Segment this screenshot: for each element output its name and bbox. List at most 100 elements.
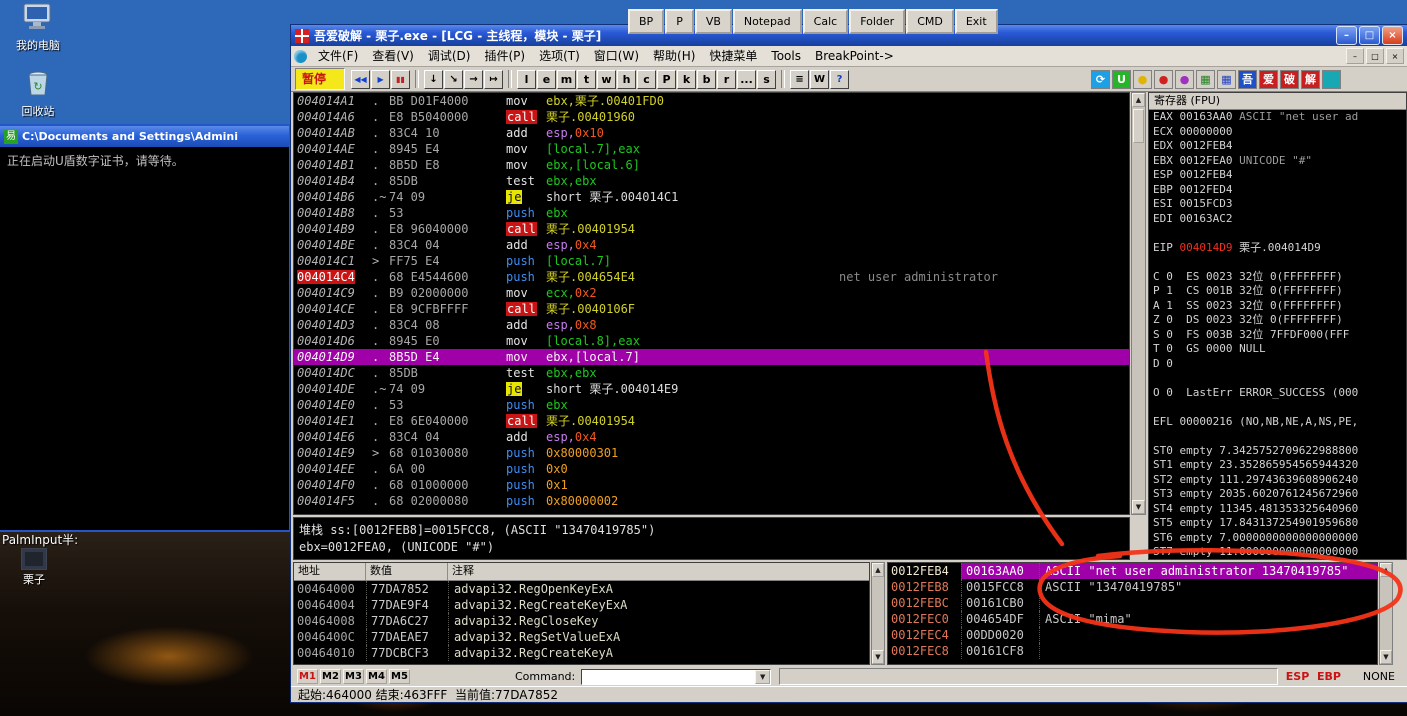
disasm-row[interactable]: 004014EE. 6A 00 push 0x0 <box>294 461 1129 477</box>
m-button-1[interactable]: M1 <box>297 669 318 684</box>
register-row[interactable]: ST3 empty 2035.6020761245672960 <box>1149 487 1406 502</box>
launcher-button-calc[interactable]: Calc <box>802 9 849 34</box>
recycle-bin-icon[interactable]: ↻ 回收站 <box>6 66 70 119</box>
register-row[interactable]: EIP 004014D9 栗子.004014D9 <box>1149 241 1406 256</box>
stack-scrollbar[interactable]: ▲ ▼ <box>1379 562 1393 665</box>
register-row[interactable]: D 0 <box>1149 357 1406 372</box>
dump-column-header[interactable]: 数值 <box>366 563 448 580</box>
dump-row[interactable]: 00464000 77DA7852 advapi32.RegOpenKeyExA <box>294 581 869 597</box>
run-icon[interactable]: ▶ <box>371 69 391 89</box>
menu-item[interactable]: BreakPoint-> <box>808 46 901 66</box>
lizi-desktop-icon[interactable]: 栗子 <box>2 548 66 587</box>
stack-row[interactable]: 0012FEBC 00161CB0 <box>888 595 1377 611</box>
disasm-row[interactable]: 004014F5. 68 02000080 push 0x80000002 <box>294 493 1129 509</box>
menu-item[interactable]: 窗口(W) <box>587 46 646 66</box>
register-row[interactable]: ST1 empty 23.352865954565944320 <box>1149 458 1406 473</box>
letter-button-s[interactable]: s <box>757 69 777 89</box>
launcher-button-vb[interactable]: VB <box>694 9 732 34</box>
animate-into-icon[interactable]: → <box>464 69 484 89</box>
restore-button[interactable]: □ <box>1359 26 1380 45</box>
step-over-icon[interactable]: ↘ <box>444 69 464 89</box>
register-row[interactable]: P 1 CS 001B 32位 0(FFFFFFFF) <box>1149 284 1406 299</box>
dump-row[interactable]: 0046400C 77DAEAE7 advapi32.RegSetValueExA <box>294 629 869 645</box>
disasm-row[interactable]: 004014F0. 68 01000000 push 0x1 <box>294 477 1129 493</box>
menu-item[interactable]: Tools <box>764 46 808 66</box>
scroll-down-icon[interactable]: ▼ <box>1380 650 1392 664</box>
launcher-button-notepad[interactable]: Notepad <box>732 9 802 34</box>
register-row[interactable]: S 0 FS 003B 32位 7FFDF000(FFF <box>1149 328 1406 343</box>
disasm-row[interactable]: 004014A1. BB D01F4000 mov ebx,栗子.00401FD0 <box>294 93 1129 109</box>
letter-button-h[interactable]: h <box>617 69 637 89</box>
disasm-row[interactable]: 004014AE. 8945 E4 mov [local.7],eax <box>294 141 1129 157</box>
disasm-row[interactable]: 004014B9. E8 96040000 call 栗子.00401954 <box>294 221 1129 237</box>
register-row[interactable]: ST7 empty 11.000000000000000000 <box>1149 545 1406 559</box>
child-restore-button[interactable]: □ <box>1366 48 1384 64</box>
launcher-button-folder[interactable]: Folder <box>849 9 906 34</box>
register-row[interactable] <box>1149 429 1406 444</box>
register-row[interactable]: ST5 empty 17.843137254901959680 <box>1149 516 1406 531</box>
scrollbar-thumb[interactable] <box>1133 109 1144 143</box>
m-button-3[interactable]: M3 <box>343 669 364 684</box>
disasm-row[interactable]: 004014E0. 53 push ebx <box>294 397 1129 413</box>
register-row[interactable]: ESI 0015FCD3 <box>1149 197 1406 212</box>
register-row[interactable]: ESP 0012FEB4 <box>1149 168 1406 183</box>
disasm-row[interactable]: 004014D3. 83C4 08 add esp,0x8 <box>294 317 1129 333</box>
disasm-row[interactable]: 004014B4. 85DB test ebx,ebx <box>294 173 1129 189</box>
stack-row[interactable]: 0012FEC0 004654DF ASCII "mima" <box>888 611 1377 627</box>
green-u-plugin-icon[interactable]: U <box>1112 69 1131 89</box>
letter-button-t[interactable]: t <box>577 69 597 89</box>
m-button-4[interactable]: M4 <box>366 669 387 684</box>
menu-item[interactable]: 查看(V) <box>365 46 421 66</box>
disasm-scrollbar[interactable]: ▲ ▼ <box>1131 92 1146 515</box>
dump-scrollbar[interactable]: ▲ ▼ <box>871 562 885 665</box>
pause-icon[interactable]: ▮▮ <box>391 69 411 89</box>
register-row[interactable] <box>1149 226 1406 241</box>
scroll-down-icon[interactable]: ▼ <box>1132 500 1145 514</box>
ai-tile-icon[interactable]: 爱 <box>1259 69 1278 89</box>
menu-item[interactable]: 帮助(H) <box>646 46 702 66</box>
menu-item[interactable]: 插件(P) <box>477 46 532 66</box>
letter-button-l[interactable]: l <box>517 69 537 89</box>
stack-row[interactable]: 0012FEC4 00DD0020 <box>888 627 1377 643</box>
register-row[interactable] <box>1149 255 1406 270</box>
green-grid-plugin-icon[interactable]: ▦ <box>1196 69 1215 89</box>
purple-dot-plugin-icon[interactable]: ● <box>1175 69 1194 89</box>
step-into-icon[interactable]: ↓ <box>424 69 444 89</box>
wu-tile-icon[interactable]: 吾 <box>1238 69 1257 89</box>
dropdown-arrow-icon[interactable]: ▼ <box>755 669 771 684</box>
letter-button-P[interactable]: P <box>657 69 677 89</box>
child-close-button[interactable]: × <box>1386 48 1404 64</box>
register-row[interactable]: T 0 GS 0000 NULL <box>1149 342 1406 357</box>
register-row[interactable]: ECX 00000000 <box>1149 125 1406 140</box>
console-body[interactable]: 正在启动U盾数字证书，请等待。 <box>0 147 289 530</box>
disasm-row[interactable]: 004014B6 .~ 74 09 je short 栗子.004014C1 <box>294 189 1129 205</box>
register-row[interactable]: ST6 empty 7.0000000000000000000 <box>1149 531 1406 546</box>
dump-column-header[interactable]: 地址 <box>294 563 366 580</box>
register-row[interactable]: ST4 empty 11345.481353325640960 <box>1149 502 1406 517</box>
disasm-row[interactable]: 004014B1. 8B5D E8 mov ebx,[local.6] <box>294 157 1129 173</box>
jie-tile-icon[interactable]: 解 <box>1301 69 1320 89</box>
disasm-row[interactable]: 004014D9. 8B5D E4 mov ebx,[local.7] <box>294 349 1129 365</box>
close-button[interactable]: × <box>1382 26 1403 45</box>
launcher-button-bp[interactable]: BP <box>628 9 665 34</box>
letter-button-e[interactable]: e <box>537 69 557 89</box>
scroll-down-icon[interactable]: ▼ <box>872 650 884 664</box>
launcher-button-cmd[interactable]: CMD <box>906 9 954 34</box>
menu-item[interactable]: 文件(F) <box>311 46 365 66</box>
disasm-row[interactable]: 004014BE. 83C4 04 add esp,0x4 <box>294 237 1129 253</box>
disasm-row[interactable]: 004014E9 >68 01030080 push 0x80000301 <box>294 445 1129 461</box>
disasm-row[interactable]: 004014E1. E8 6E040000 call 栗子.00401954 <box>294 413 1129 429</box>
rewind-icon[interactable]: ◀◀ <box>351 69 371 89</box>
stack-row[interactable]: 0012FEB8 0015FCC8 ASCII "13470419785" <box>888 579 1377 595</box>
disasm-row[interactable]: 004014D6. 8945 E0 mov [local.8],eax <box>294 333 1129 349</box>
disasm-row[interactable]: 004014C9. B9 02000000 mov ecx,0x2 <box>294 285 1129 301</box>
info-pane[interactable]: 堆栈 ss:[0012FEB8]=0015FCC8, (ASCII "13470… <box>293 517 1130 560</box>
m-button-5[interactable]: M5 <box>389 669 410 684</box>
register-row[interactable]: Z 0 DS 0023 32位 0(FFFFFFFF) <box>1149 313 1406 328</box>
disasm-row[interactable]: 004014C4. 68 E4544600 push 栗子.004654E4 net u… <box>294 269 1129 285</box>
menu-item[interactable]: 调试(D) <box>421 46 478 66</box>
disasm-row[interactable]: 004014DC. 85DB test ebx,ebx <box>294 365 1129 381</box>
m-button-2[interactable]: M2 <box>320 669 341 684</box>
letter-button-dots[interactable]: ... <box>737 69 757 89</box>
child-minimize-button[interactable]: – <box>1346 48 1364 64</box>
